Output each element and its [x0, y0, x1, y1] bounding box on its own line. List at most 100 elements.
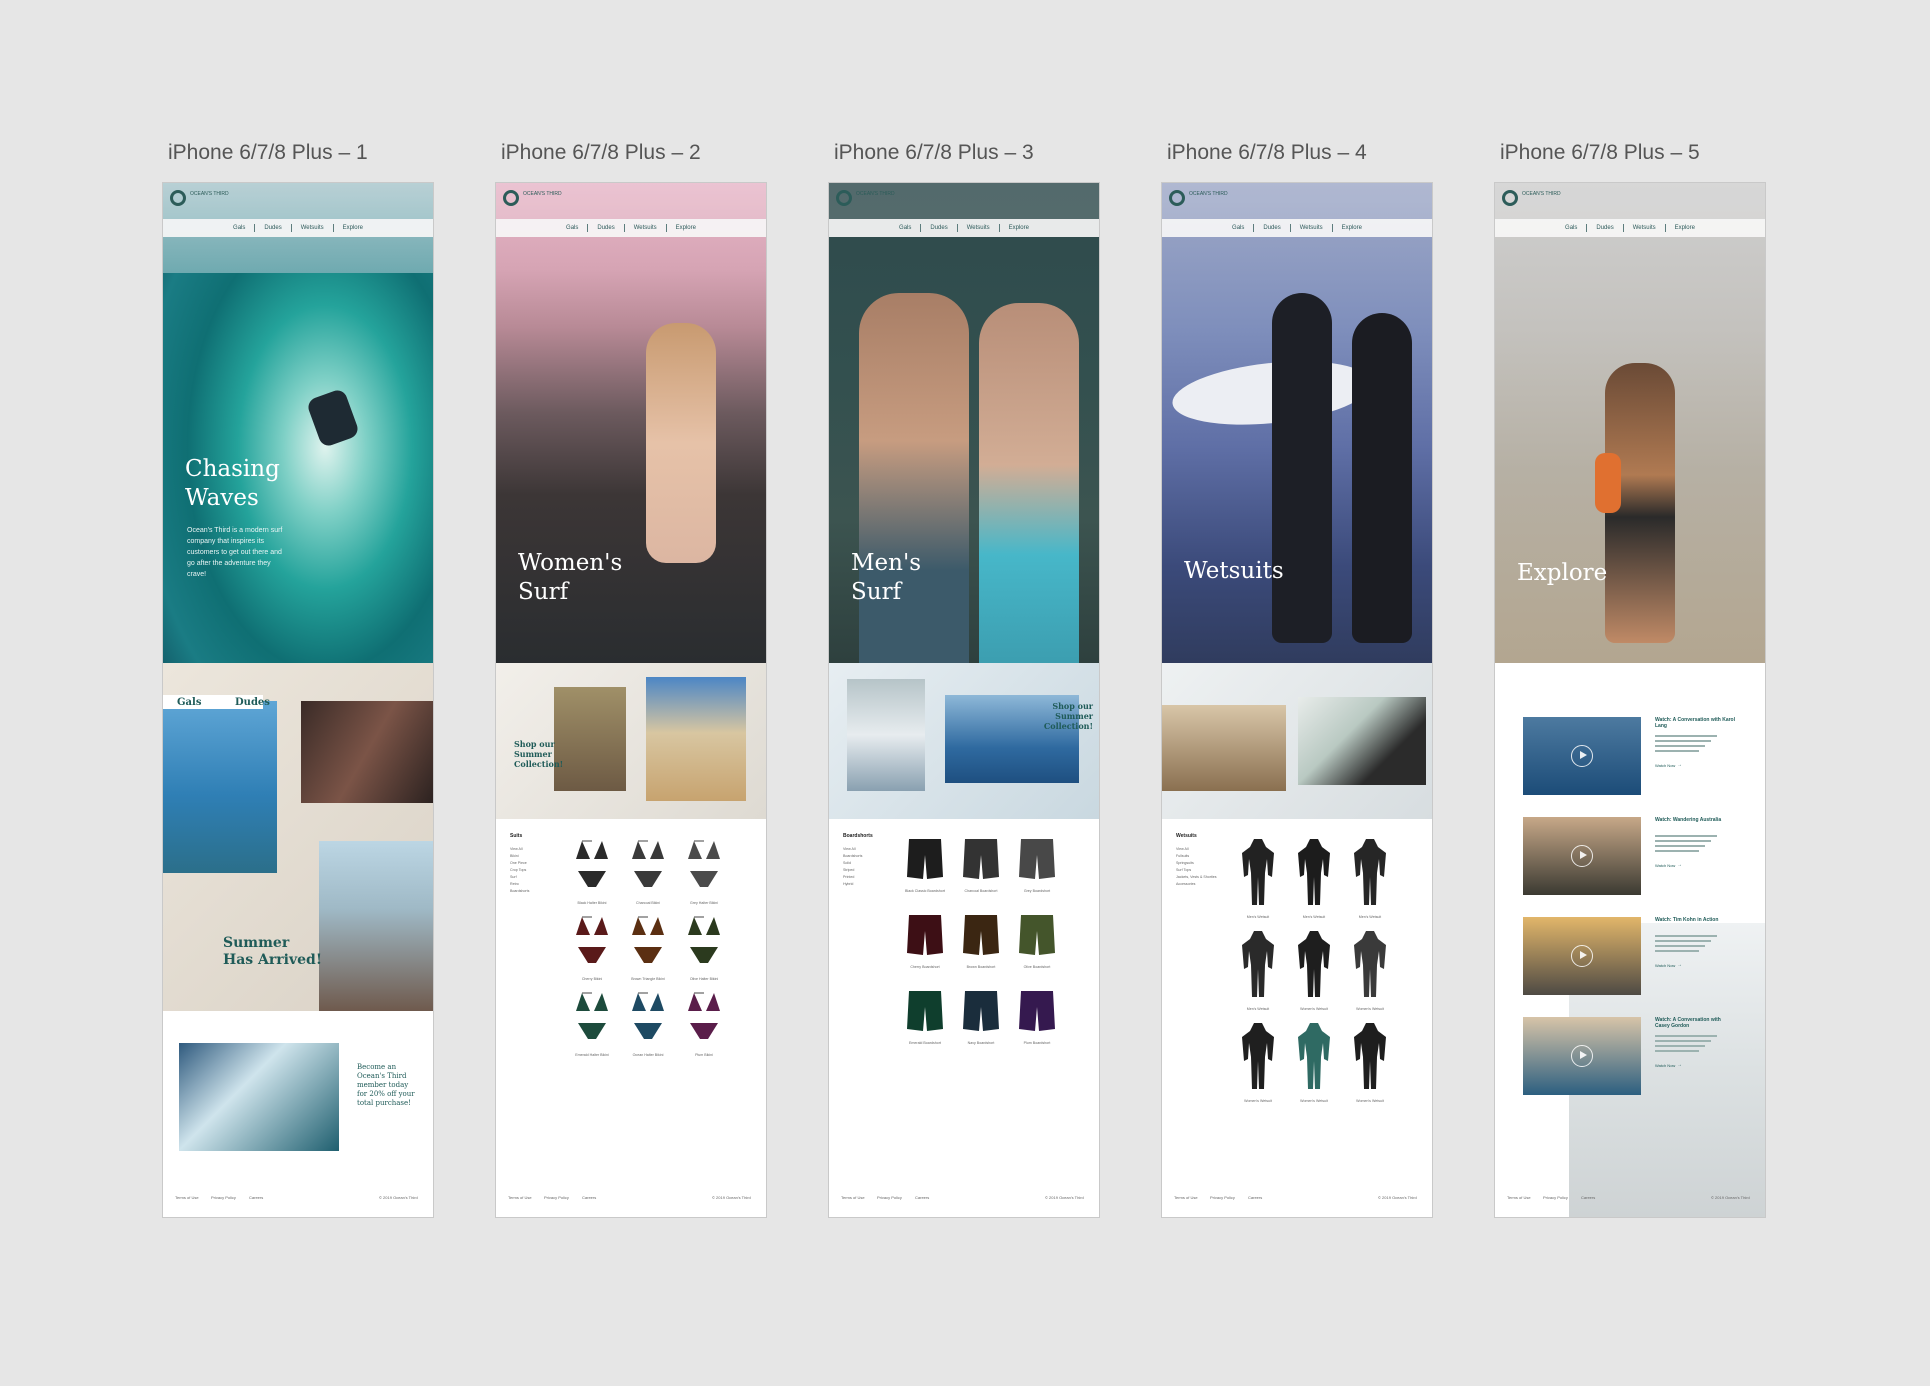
artboard-title[interactable]: iPhone 6/7/8 Plus – 4: [1167, 140, 1433, 182]
nav-dudes[interactable]: Dudes: [588, 224, 625, 232]
product-card[interactable]: Charcoal Boardshort: [953, 837, 1009, 894]
play-icon[interactable]: [1571, 1045, 1593, 1067]
category-link[interactable]: Striped: [843, 868, 854, 872]
video-thumbnail[interactable]: [1523, 717, 1641, 795]
nav-explore[interactable]: Explore: [1000, 224, 1038, 232]
category-link[interactable]: View All: [1176, 847, 1189, 851]
watch-now-link[interactable]: Watch Now: [1655, 963, 1675, 968]
arrow-right-icon[interactable]: →: [1677, 862, 1682, 868]
product-card[interactable]: Black Classic Boardshort: [897, 837, 953, 894]
footer-terms[interactable]: Terms of Use: [508, 1195, 532, 1200]
watch-now-link[interactable]: Watch Now: [1655, 1063, 1675, 1068]
category-link[interactable]: Surf Tops: [1176, 868, 1191, 872]
category-link[interactable]: View All: [843, 847, 856, 851]
category-link[interactable]: Jackets, Vests & Shorties: [1176, 875, 1217, 879]
footer-careers[interactable]: Careers: [249, 1195, 263, 1200]
footer-careers[interactable]: Careers: [915, 1195, 929, 1200]
footer-terms[interactable]: Terms of Use: [175, 1195, 199, 1200]
category-link[interactable]: Accessories: [1176, 882, 1195, 886]
product-card[interactable]: Emerald Boardshort: [897, 989, 953, 1046]
logo-icon[interactable]: [503, 190, 519, 206]
product-card[interactable]: Women's Wetsuit: [1286, 929, 1342, 1012]
product-card[interactable]: Men's Wetsuit: [1286, 837, 1342, 920]
play-icon[interactable]: [1571, 845, 1593, 867]
nav-gals[interactable]: Gals: [890, 224, 922, 232]
product-card[interactable]: Plum Bikini: [676, 989, 732, 1058]
footer-careers[interactable]: Careers: [582, 1195, 596, 1200]
nav-wetsuits[interactable]: Wetsuits: [958, 224, 1000, 232]
category-link[interactable]: Surf: [510, 875, 517, 879]
logo-icon[interactable]: [170, 190, 186, 206]
nav-wetsuits[interactable]: Wetsuits: [1624, 224, 1666, 232]
footer-privacy[interactable]: Privacy Policy: [544, 1195, 569, 1200]
collection-cta[interactable]: Shop our Summer Collection!: [514, 739, 564, 769]
product-card[interactable]: Black Halter Bikini: [564, 837, 620, 906]
nav-dudes[interactable]: Dudes: [255, 224, 292, 232]
collection-cta[interactable]: Shop our Summer Collection!: [1039, 701, 1093, 731]
category-link[interactable]: Retro: [510, 882, 519, 886]
footer-terms[interactable]: Terms of Use: [1507, 1195, 1531, 1200]
play-icon[interactable]: [1571, 945, 1593, 967]
home-dudes-link[interactable]: Dudes: [235, 697, 270, 708]
product-card[interactable]: Brown Boardshort: [953, 913, 1009, 970]
footer-privacy[interactable]: Privacy Policy: [211, 1195, 236, 1200]
product-card[interactable]: Women's Wetsuit: [1342, 1021, 1398, 1104]
footer-careers[interactable]: Careers: [1581, 1195, 1595, 1200]
video-thumbnail[interactable]: [1523, 817, 1641, 895]
footer-privacy[interactable]: Privacy Policy: [1210, 1195, 1235, 1200]
artboard-title[interactable]: iPhone 6/7/8 Plus – 1: [168, 140, 434, 182]
footer-terms[interactable]: Terms of Use: [841, 1195, 865, 1200]
play-icon[interactable]: [1571, 745, 1593, 767]
category-link[interactable]: Boardshorts: [843, 854, 862, 858]
nav-wetsuits[interactable]: Wetsuits: [625, 224, 667, 232]
footer-privacy[interactable]: Privacy Policy: [1543, 1195, 1568, 1200]
video-thumbnail[interactable]: [1523, 917, 1641, 995]
home-gals-link[interactable]: Gals: [177, 697, 201, 708]
nav-wetsuits[interactable]: Wetsuits: [1291, 224, 1333, 232]
product-card[interactable]: Cherry Boardshort: [897, 913, 953, 970]
product-card[interactable]: Women's Wetsuit: [1342, 929, 1398, 1012]
footer-privacy[interactable]: Privacy Policy: [877, 1195, 902, 1200]
category-link[interactable]: Boardshorts: [510, 889, 529, 893]
nav-dudes[interactable]: Dudes: [1587, 224, 1624, 232]
watch-now-link[interactable]: Watch Now: [1655, 763, 1675, 768]
product-card[interactable]: Women's Wetsuit: [1286, 1021, 1342, 1104]
footer-careers[interactable]: Careers: [1248, 1195, 1262, 1200]
category-link[interactable]: Fullsuits: [1176, 854, 1189, 858]
nav-explore[interactable]: Explore: [1666, 224, 1704, 232]
artboard-title[interactable]: iPhone 6/7/8 Plus – 5: [1500, 140, 1766, 182]
nav-explore[interactable]: Explore: [334, 224, 372, 232]
arrow-right-icon[interactable]: →: [1677, 762, 1682, 768]
category-link[interactable]: Springsuits: [1176, 861, 1194, 865]
category-link[interactable]: Crop Tops: [510, 868, 526, 872]
product-card[interactable]: Women's Wetsuit: [1230, 1021, 1286, 1104]
product-card[interactable]: Navy Boardshort: [953, 989, 1009, 1046]
product-card[interactable]: Olive Halter Bikini: [676, 913, 732, 982]
logo-icon[interactable]: [836, 190, 852, 206]
watch-now-link[interactable]: Watch Now: [1655, 863, 1675, 868]
product-card[interactable]: Plum Boardshort: [1009, 989, 1065, 1046]
product-card[interactable]: Brown Triangle Bikini: [620, 913, 676, 982]
artboard-title[interactable]: iPhone 6/7/8 Plus – 2: [501, 140, 767, 182]
logo-icon[interactable]: [1169, 190, 1185, 206]
video-thumbnail[interactable]: [1523, 1017, 1641, 1095]
nav-wetsuits[interactable]: Wetsuits: [292, 224, 334, 232]
artboard-title[interactable]: iPhone 6/7/8 Plus – 3: [834, 140, 1100, 182]
member-promo[interactable]: Become an Ocean's Third member today for…: [357, 1063, 419, 1108]
nav-dudes[interactable]: Dudes: [1254, 224, 1291, 232]
category-link[interactable]: View All: [510, 847, 523, 851]
product-card[interactable]: Grey Halter Bikini: [676, 837, 732, 906]
nav-gals[interactable]: Gals: [224, 224, 256, 232]
arrow-right-icon[interactable]: →: [1677, 1062, 1682, 1068]
product-card[interactable]: Charcoal Bikini: [620, 837, 676, 906]
footer-terms[interactable]: Terms of Use: [1174, 1195, 1198, 1200]
nav-gals[interactable]: Gals: [1223, 224, 1255, 232]
arrow-right-icon[interactable]: →: [1677, 962, 1682, 968]
category-link[interactable]: One Piece: [510, 861, 527, 865]
product-card[interactable]: Olive Boardshort: [1009, 913, 1065, 970]
product-card[interactable]: Cherry Bikini: [564, 913, 620, 982]
category-link[interactable]: Printed: [843, 875, 854, 879]
product-card[interactable]: Men's Wetsuit: [1342, 837, 1398, 920]
product-card[interactable]: Ocean Halter Bikini: [620, 989, 676, 1058]
product-card[interactable]: Grey Boardshort: [1009, 837, 1065, 894]
